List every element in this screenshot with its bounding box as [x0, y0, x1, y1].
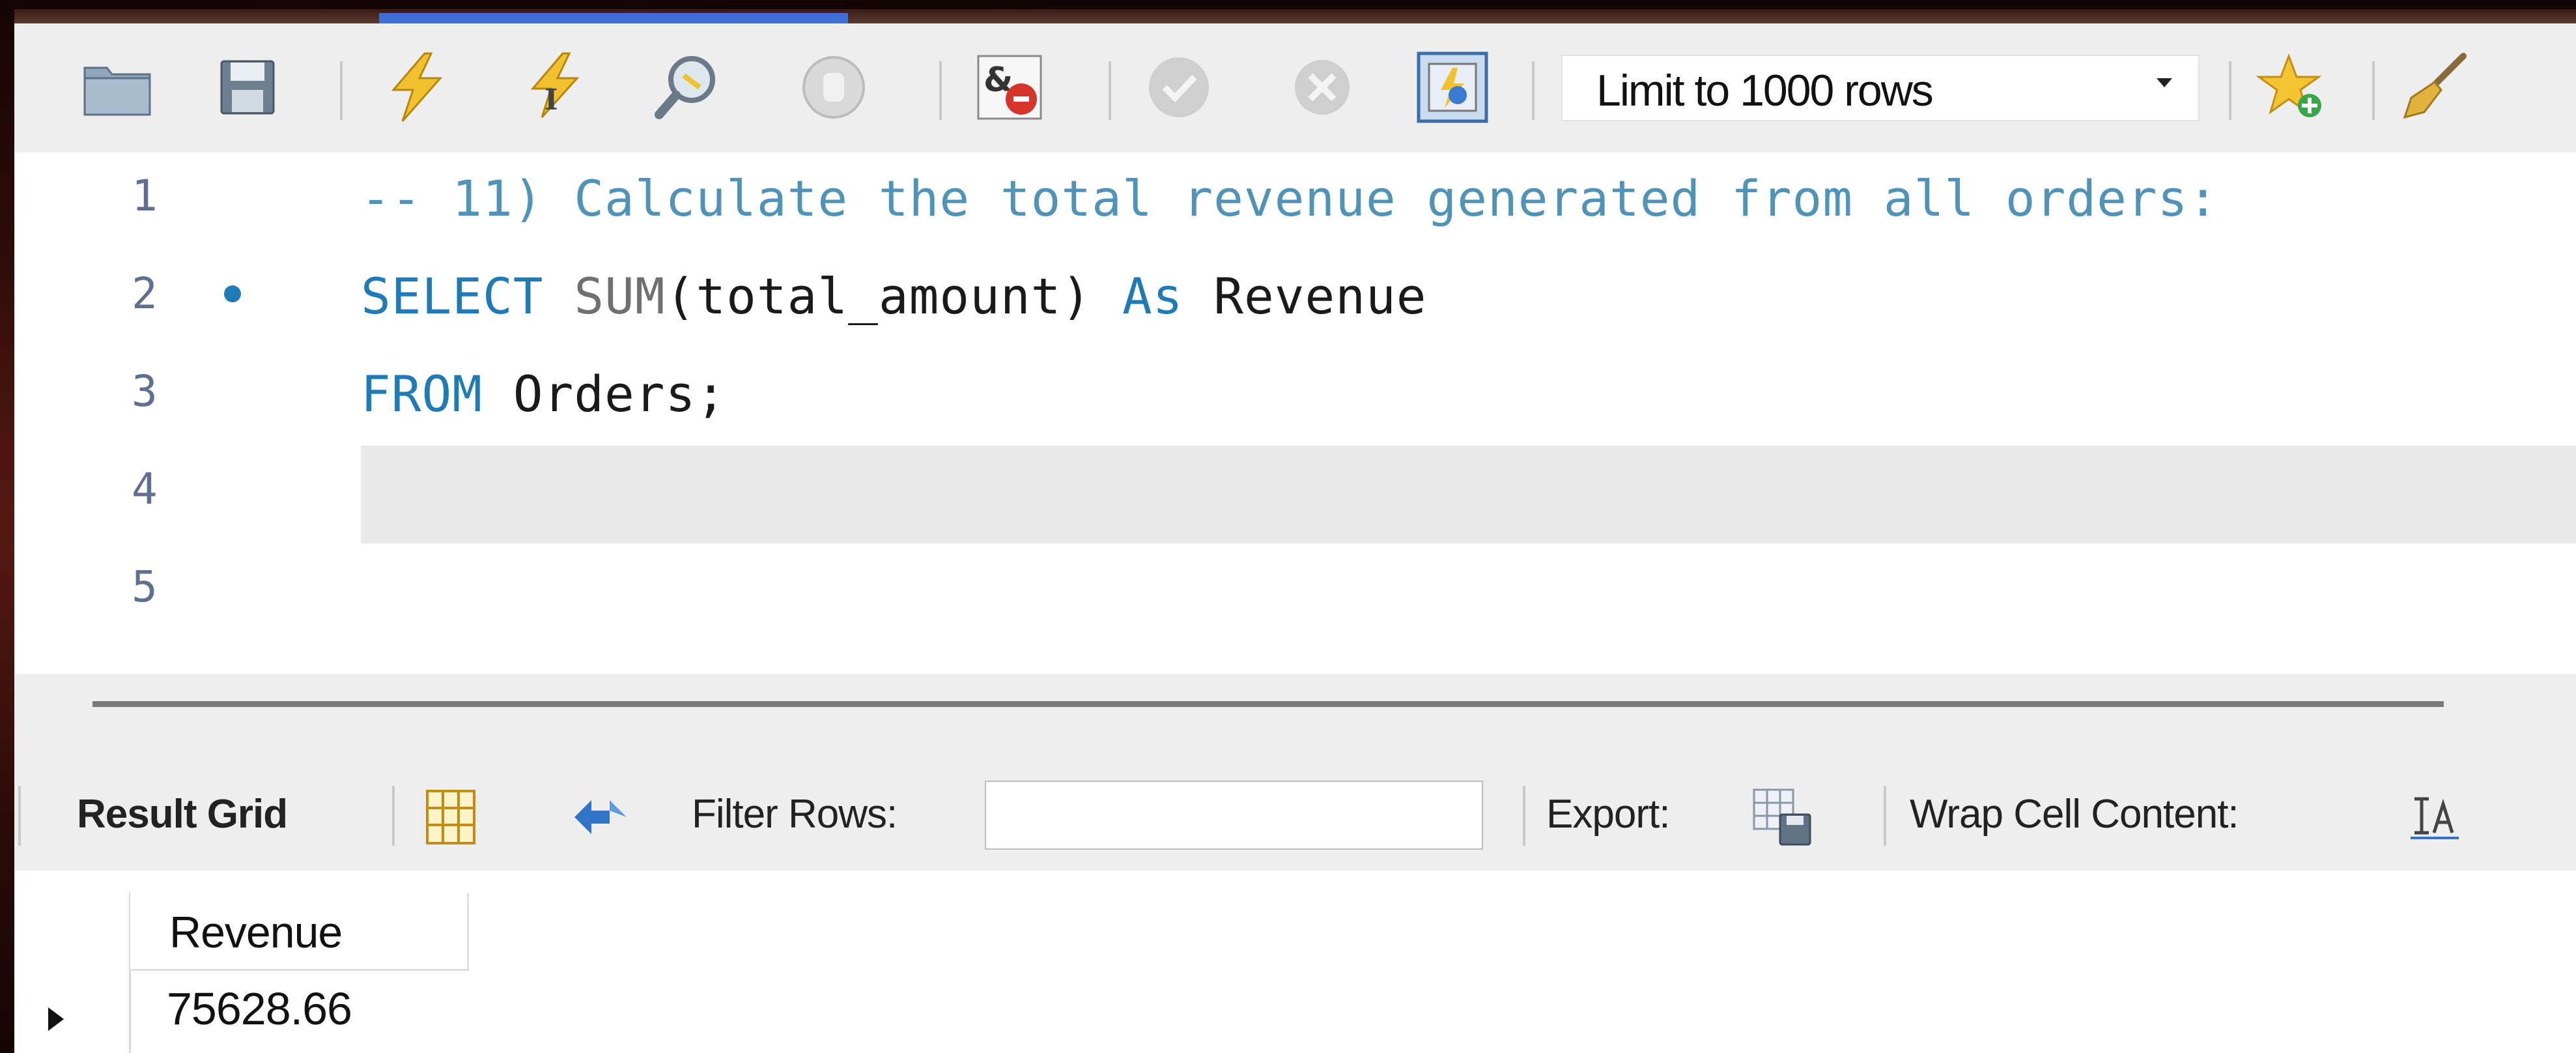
current-line-highlight [361, 446, 2576, 543]
line-number: 4 [132, 464, 158, 514]
beautify-icon[interactable] [2398, 50, 2474, 125]
statement-marker-icon [224, 285, 241, 302]
open-folder-icon[interactable] [79, 50, 155, 125]
code-line[interactable]: SELECT SUM(total_amount) As Revenue [361, 267, 1427, 325]
editor-line: 3 FROM Orders; [14, 348, 2576, 446]
workbench-window: I & Limit to 1000 rows 1 -- 11) Calculat… [14, 9, 2576, 1053]
code-token: SUM [574, 267, 666, 325]
rollback-icon[interactable] [1284, 50, 1360, 125]
sql-editor-toolbar: I & Limit to 1000 rows [14, 23, 2576, 152]
add-snippet-icon[interactable] [2255, 50, 2330, 125]
limit-rows-select[interactable]: Limit to 1000 rows [1561, 55, 2200, 121]
code-token: -- 11) Calculate the total revenue gener… [361, 169, 2219, 227]
toolbar-separator [2229, 61, 2231, 120]
save-icon[interactable] [210, 50, 285, 125]
svg-text:I: I [545, 83, 558, 117]
code-token: (total_amount) [665, 267, 1122, 325]
code-line[interactable]: FROM Orders; [361, 365, 726, 423]
explain-icon[interactable] [653, 50, 728, 125]
result-toolbar: Result Grid Filter Rows: Export: Wrap Ce… [14, 760, 2576, 871]
toolbar-separator [392, 786, 395, 846]
toolbar-separator [18, 786, 21, 846]
toolbar-separator [1884, 786, 1886, 846]
execute-icon[interactable] [379, 50, 455, 125]
active-tab-indicator [379, 13, 848, 23]
export-label: Export: [1546, 792, 1670, 837]
execute-current-icon[interactable]: I [516, 50, 591, 125]
toolbar-separator [2372, 61, 2375, 120]
refresh-icon[interactable] [568, 785, 633, 850]
code-token: SELECT [361, 267, 544, 325]
line-number: 1 [132, 171, 158, 221]
sql-editor[interactable]: 1 -- 11) Calculate the total revenue gen… [14, 152, 2576, 674]
editor-line: 2 SELECT SUM(total_amount) As Revenue [14, 250, 2576, 348]
chevron-down-icon [2157, 78, 2172, 87]
editor-line: 1 -- 11) Calculate the total revenue gen… [14, 152, 2576, 250]
result-grid: Revenue 75628.66 [14, 871, 2576, 1053]
code-line[interactable]: -- 11) Calculate the total revenue gener… [361, 169, 2218, 227]
editor-line: 5 [14, 543, 2576, 641]
limit-rows-value: Limit to 1000 rows [1596, 66, 1934, 115]
line-number: 3 [132, 366, 158, 416]
editor-line: 4 [14, 446, 2576, 543]
commit-icon[interactable] [1141, 50, 1217, 125]
toolbar-separator [1532, 61, 1535, 120]
toggle-error-stop-icon[interactable]: & [972, 50, 1047, 125]
grid-layout-icon[interactable] [418, 785, 483, 850]
line-number: 5 [132, 562, 158, 612]
export-icon[interactable] [1750, 785, 1815, 850]
line-number: 2 [132, 268, 158, 319]
autocommit-icon[interactable] [1415, 50, 1490, 125]
table-cell[interactable]: 75628.66 [167, 983, 352, 1035]
panel-splitter[interactable] [14, 674, 2576, 760]
code-token: FROM [361, 365, 483, 423]
tab-strip [14, 9, 2576, 23]
column-header-label: Revenue [169, 908, 343, 957]
code-token: As [1122, 267, 1183, 325]
toolbar-separator [939, 61, 942, 120]
filter-rows-label: Filter Rows: [692, 792, 898, 837]
splitter-handle[interactable] [92, 701, 2444, 707]
result-grid-tab[interactable]: Result Grid [77, 791, 288, 837]
wrap-text-icon[interactable] [2401, 785, 2467, 850]
wrap-cell-content-label: Wrap Cell Content: [1910, 792, 2239, 837]
filter-rows-input[interactable] [985, 781, 1483, 850]
toolbar-separator [1109, 61, 1111, 120]
stop-icon[interactable] [796, 50, 871, 125]
toolbar-separator [340, 61, 343, 120]
column-header-revenue[interactable]: Revenue [130, 893, 469, 971]
current-row-arrow-icon [48, 1007, 64, 1031]
code-token: Orders; [483, 365, 727, 423]
code-token: Revenue [1183, 267, 1427, 325]
toolbar-separator [1523, 786, 1525, 846]
